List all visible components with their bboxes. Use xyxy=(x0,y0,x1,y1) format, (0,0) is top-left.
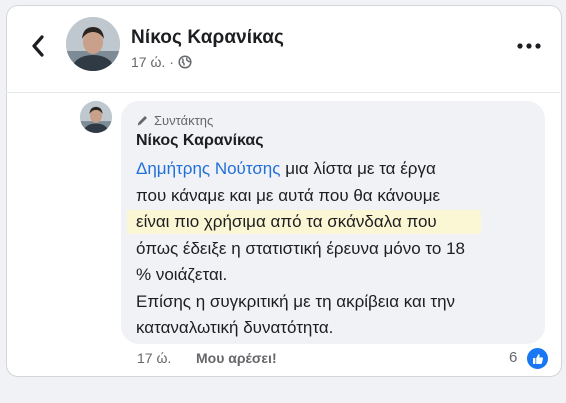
post-time[interactable]: 17 ώ. xyxy=(131,54,165,70)
post-meta: 17 ώ. · xyxy=(131,54,192,70)
more-options-button[interactable] xyxy=(514,36,544,56)
reaction-badge[interactable] xyxy=(525,346,550,371)
mention-link[interactable]: Δημήτρης Νούτσης xyxy=(136,159,280,178)
divider xyxy=(6,92,560,93)
more-options-icon xyxy=(517,43,541,49)
text-highlight: είναι πιο χρήσιμα από τα σκάνδαλα που xyxy=(127,210,481,234)
thumbs-up-icon xyxy=(532,353,543,364)
comment-line: Δημήτρης Νούτσης μια λίστα με τα έργα xyxy=(136,156,541,183)
like-button[interactable]: Μου αρέσει! xyxy=(196,350,277,366)
author-role-badge: Συντάκτης xyxy=(136,113,213,128)
author-role-label: Συντάκτης xyxy=(154,113,214,128)
comment-line: Επίσης η συγκριτική με τη ακρίβεια και τ… xyxy=(136,291,456,311)
comment-author-name[interactable]: Νίκος Καρανίκας xyxy=(136,132,264,150)
pencil-icon xyxy=(137,116,147,126)
author-avatar[interactable] xyxy=(66,17,120,71)
comment-text: Δημήτρης Νούτσης μια λίστα με τα έργα πο… xyxy=(127,156,541,342)
back-arrow-icon xyxy=(32,35,44,57)
comment-line: που κάναμε και με αυτά που θα κάνουμε xyxy=(136,185,441,205)
comment-line-text: μια λίστα με τα έργα xyxy=(280,159,436,178)
avatar-photo xyxy=(80,101,112,133)
comment-time[interactable]: 17 ώ. xyxy=(137,350,171,366)
post-author-name[interactable]: Νίκος Καρανίκας xyxy=(131,27,284,49)
comment-avatar[interactable] xyxy=(80,101,112,133)
comment-line: καταναλωτική δυνατότητα. xyxy=(136,318,334,337)
globe-icon xyxy=(178,55,192,69)
reaction-count[interactable]: 6 xyxy=(509,349,517,366)
back-button[interactable] xyxy=(26,32,50,60)
meta-separator: · xyxy=(169,54,174,70)
comment-line: όπως έδειξε η στατιστική έρευνα μόνο το … xyxy=(136,238,465,258)
comment-line-highlighted: είναι πιο χρήσιμα από τα σκάνδαλα που xyxy=(127,209,541,236)
page-background-strip xyxy=(0,395,566,403)
avatar-photo xyxy=(66,17,120,71)
comment-line: % νοιάζεται. xyxy=(136,265,228,284)
